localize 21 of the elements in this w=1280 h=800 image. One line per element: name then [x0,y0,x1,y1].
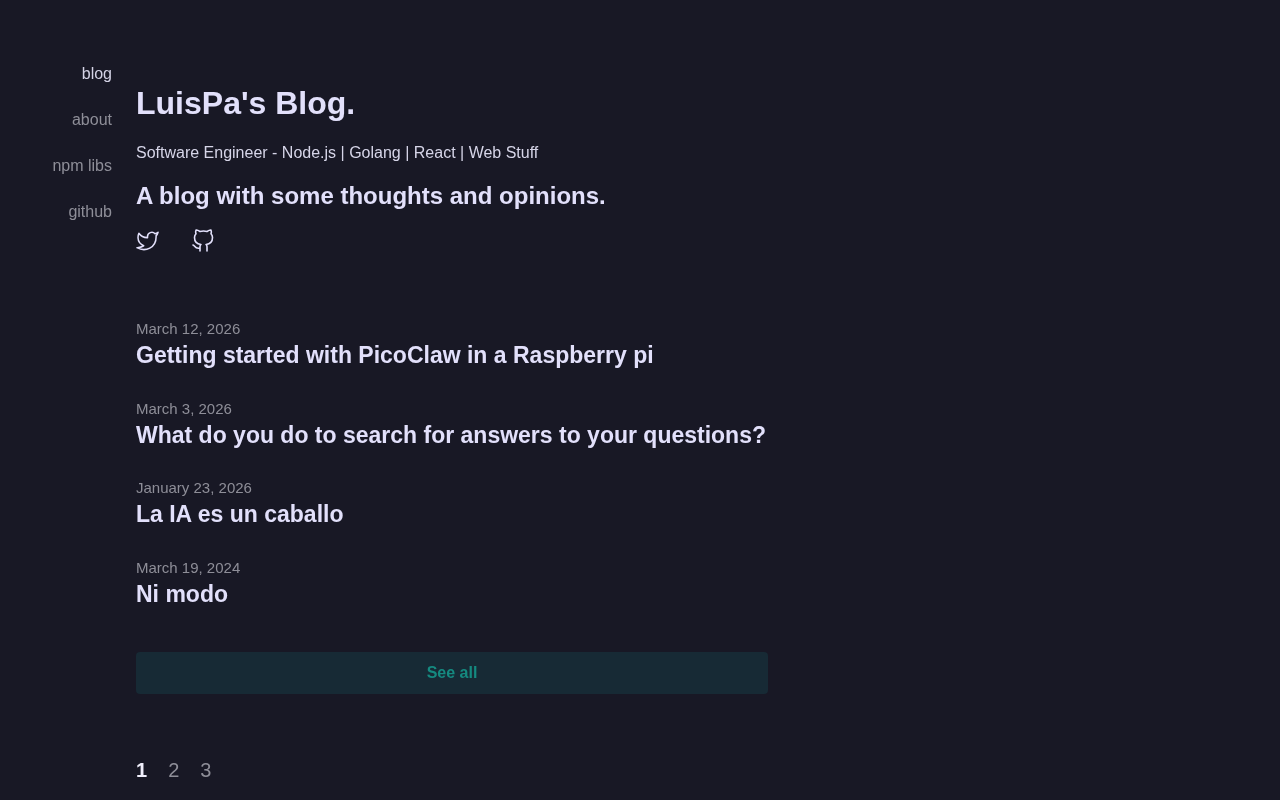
post-date: March 12, 2026 [136,319,241,339]
blog-title: LuisPa's Blog. [136,84,356,123]
nav-link[interactable]: github [68,201,112,223]
post-date: March 3, 2026 [136,398,232,419]
post-title-link[interactable]: Getting started with PicoClaw in a Raspberry pi [136,340,654,370]
see-all-button[interactable]: See all [136,651,768,694]
post-title-link[interactable]: What do you do to search for answers to your questions? [136,419,766,450]
nav-link[interactable]: blog [81,63,112,85]
subtitle-text: Software Engineer - Node.js | Golang | React | Web Stuff [136,143,539,163]
nav-link[interactable]: about [71,109,112,131]
post-title-link[interactable]: La IA es un caballo [136,499,344,529]
page-link[interactable]: 1 [136,756,148,783]
post-title-link[interactable]: Ni modo [136,578,228,609]
page-link[interactable]: 3 [200,756,212,783]
post-date: March 19, 2024 [136,557,241,578]
cat-icon[interactable] [192,229,214,252]
post-date: January 23, 2026 [136,478,252,498]
tagline-text: A blog with some thoughts and opinions. [136,181,606,211]
page-link[interactable]: 2 [168,756,180,783]
nav-link[interactable]: npm libs [52,155,112,177]
bird-icon[interactable] [136,229,159,251]
